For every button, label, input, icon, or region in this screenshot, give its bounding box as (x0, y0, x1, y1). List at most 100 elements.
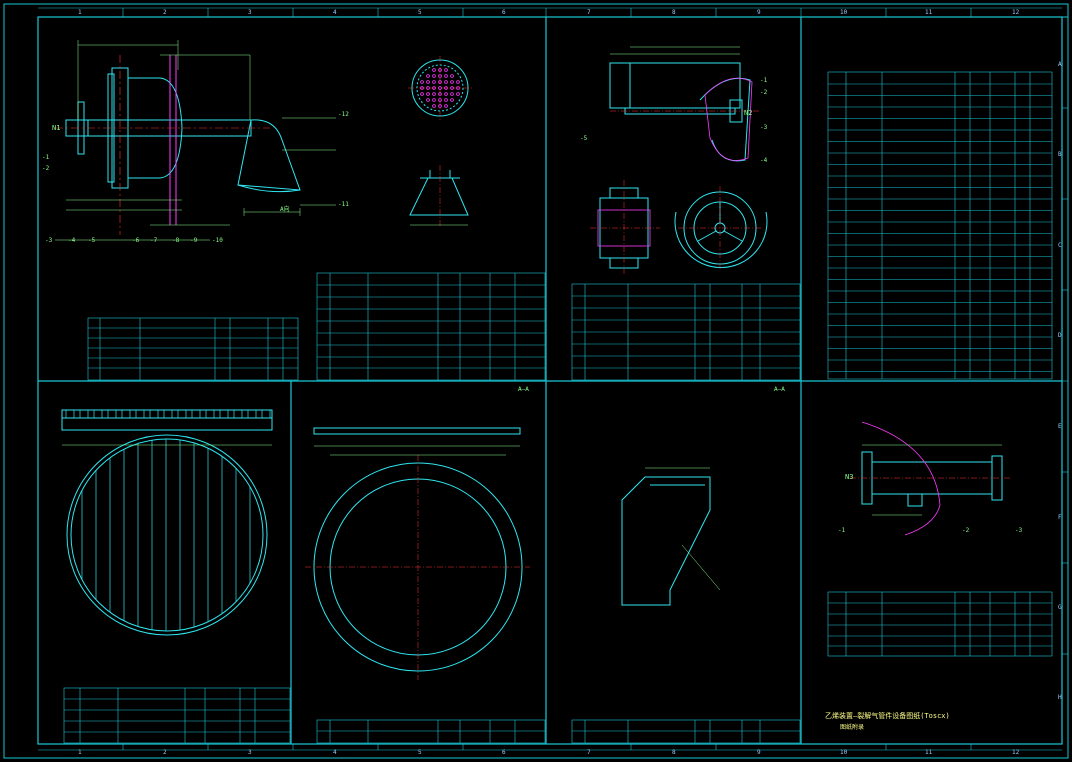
flange-hole (450, 92, 454, 96)
row-index: G (1058, 604, 1062, 611)
grating-tooth (163, 409, 173, 419)
col-index: 5 (418, 9, 422, 16)
row-index: C (1058, 242, 1062, 249)
parts-table-bottom-right-mid (571, 719, 801, 744)
ring-spokes-view (674, 191, 768, 268)
n3-nozzle-view (861, 451, 1003, 507)
n2-assembly-view (609, 62, 751, 162)
section-mark-aa-2: A—A (774, 386, 785, 393)
grating-tooth (177, 409, 187, 419)
flange-hole (426, 92, 430, 96)
flange-hole (438, 86, 442, 90)
parts-table-top-left (87, 317, 299, 381)
col-index: 3 (248, 749, 252, 756)
flange-hole (456, 92, 460, 96)
col-index: 7 (587, 749, 591, 756)
row-index: H (1058, 694, 1062, 701)
grating-tooth (107, 409, 117, 419)
grating-tooth (261, 409, 271, 419)
col-index: 11 (925, 9, 933, 16)
part-callout: -3 (760, 124, 768, 131)
part-callout: -4 (760, 157, 768, 164)
col-index: 1 (78, 9, 82, 16)
nozzle-assembly-view (65, 55, 301, 225)
flange-hole (432, 80, 436, 84)
nozzle-mark-n2: N2 (744, 109, 753, 117)
col-index: 5 (418, 749, 422, 756)
section-mark-aa-1: A—A (518, 386, 529, 393)
col-index: 4 (333, 749, 337, 756)
col-index: 1 (78, 749, 82, 756)
flange-hole (432, 104, 436, 108)
grating-tooth (233, 409, 243, 419)
flange-hole (432, 68, 436, 72)
flange-hole (432, 92, 436, 96)
flange-hole (456, 80, 460, 84)
flange-hole (444, 74, 448, 78)
part-callout: -7 (150, 237, 158, 244)
flange-hole (444, 68, 448, 72)
flange-hole (450, 98, 454, 102)
flange-hole (444, 92, 448, 96)
row-index: E (1058, 423, 1062, 430)
part-callout: -12 (338, 111, 349, 118)
grating-tooth (65, 409, 75, 419)
section-mark-a: A向 (280, 206, 290, 213)
grating-tooth (79, 409, 89, 419)
grating-tooth (205, 409, 215, 419)
col-index: 10 (840, 749, 848, 756)
flange-hole (426, 80, 430, 84)
col-index: 11 (925, 749, 933, 756)
col-index: 6 (502, 749, 506, 756)
flange-hole (432, 98, 436, 102)
part-callout: -10 (212, 237, 223, 244)
part-callout: -5 (580, 135, 588, 142)
col-index: 8 (672, 9, 676, 16)
flange-hole (420, 92, 424, 96)
part-callout: -1 (760, 77, 768, 84)
col-index: 7 (587, 9, 591, 16)
flange-hole (426, 98, 430, 102)
grating-tooth (219, 409, 229, 419)
col-index: 12 (1012, 9, 1020, 16)
drawing-title: 乙烯装置—裂解气管件设备图纸(Toscx) (825, 712, 950, 720)
part-callout: -6 (132, 237, 140, 244)
parts-table-bottom-mid (316, 719, 546, 744)
row-index: A (1058, 61, 1062, 68)
part-callout: -2 (42, 165, 50, 172)
part-callout: -11 (338, 201, 349, 208)
parts-table-bottom-left (63, 687, 291, 744)
nozzle-mark-n3: N3 (845, 473, 854, 481)
grating-tooth (191, 409, 201, 419)
col-index: 9 (757, 749, 761, 756)
col-index: 12 (1012, 749, 1020, 756)
part-callout: -3 (1015, 527, 1023, 534)
col-index: 6 (502, 9, 506, 16)
row-index: F (1058, 514, 1062, 521)
part-callout: -9 (190, 237, 198, 244)
grating-tooth (149, 409, 159, 419)
row-index: B (1058, 151, 1062, 158)
flange-hole (450, 80, 454, 84)
parts-table-top-mid (316, 272, 546, 381)
col-index: 2 (163, 749, 167, 756)
part-callout: -1 (838, 527, 846, 534)
drawing-subtitle: 图纸附录 (840, 724, 865, 731)
col-index: 4 (333, 9, 337, 16)
nozzle-mark-n1: N1 (52, 124, 61, 132)
parts-list-top-right (827, 71, 1053, 380)
part-callout: -8 (172, 237, 180, 244)
part-callout: -1 (42, 154, 50, 161)
grating-tooth (247, 409, 257, 419)
part-callout: -5 (88, 237, 96, 244)
flange-hole (432, 74, 436, 78)
flange-hole (444, 80, 448, 84)
part-callout: -2 (962, 527, 970, 534)
plate-development-view (621, 476, 711, 606)
flange-hole (420, 80, 424, 84)
col-index: 10 (840, 9, 848, 16)
funnel-section-view (409, 170, 469, 216)
flange-hole (444, 98, 448, 102)
part-callout: -3 (45, 237, 53, 244)
row-index: D (1058, 332, 1062, 339)
